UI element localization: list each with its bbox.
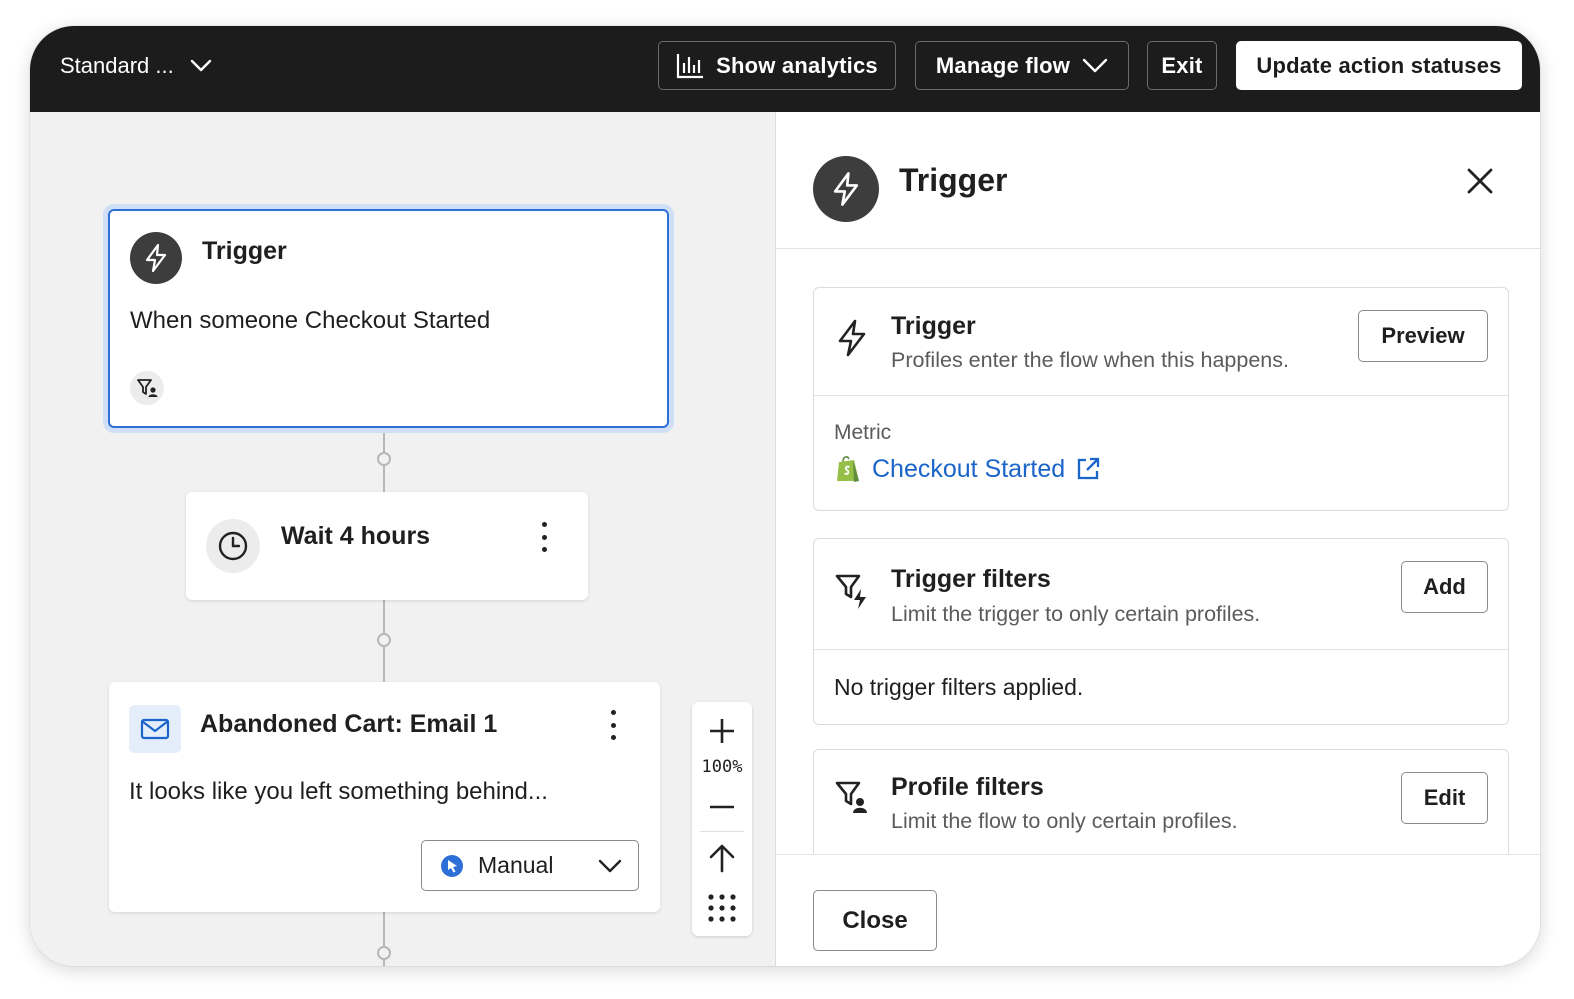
zoom-level-indicator: 100% <box>692 754 752 780</box>
wait-card[interactable]: Wait 4 hours <box>186 492 588 600</box>
close-icon[interactable] <box>1465 166 1495 196</box>
update-action-statuses-button[interactable]: Update action statuses <box>1236 41 1522 90</box>
app-window: Standard ... Show analytics Manage flow … <box>30 26 1540 966</box>
trigger-section-header: Trigger Profiles enter the flow when thi… <box>814 288 1508 396</box>
no-trigger-filters-text: No trigger filters applied. <box>834 674 1084 700</box>
zoom-controls: 100% <box>692 702 752 936</box>
filter-lightning-icon <box>835 574 866 609</box>
add-trigger-filter-button[interactable]: Add <box>1401 561 1488 613</box>
trigger-card[interactable]: Trigger When someone Checkout Started <box>108 209 669 428</box>
lightning-icon <box>130 232 182 284</box>
flow-canvas[interactable]: Trigger When someone Checkout Started Wa… <box>30 112 775 966</box>
clock-icon <box>206 519 260 573</box>
more-options-icon[interactable] <box>608 710 618 740</box>
profile-filters-header: Profile filters Limit the flow to only c… <box>814 750 1508 858</box>
flow-name-dropdown[interactable]: Standard ... <box>60 48 212 84</box>
show-analytics-button[interactable]: Show analytics <box>658 41 896 90</box>
top-bar: Standard ... Show analytics Manage flow … <box>30 26 1540 112</box>
exit-button[interactable]: Exit <box>1147 41 1217 90</box>
lightning-icon <box>838 319 866 357</box>
trigger-card-title: Trigger <box>202 237 287 265</box>
panel-header: Trigger <box>776 112 1540 249</box>
chevron-down-icon <box>598 859 622 872</box>
more-options-icon[interactable] <box>539 522 549 552</box>
profile-filters-subtitle: Limit the flow to only certain profiles. <box>891 809 1238 833</box>
connector-dot[interactable] <box>377 452 391 466</box>
close-button[interactable]: Close <box>813 890 937 951</box>
trigger-filters-section: Trigger filters Limit the trigger to onl… <box>813 538 1509 725</box>
wait-card-title: Wait 4 hours <box>281 522 431 550</box>
lightning-icon <box>813 156 879 222</box>
external-link-icon <box>1078 457 1100 480</box>
trigger-section-subtitle: Profiles enter the flow when this happen… <box>891 348 1289 372</box>
zoom-level-label: 100% <box>701 757 743 777</box>
preview-button[interactable]: Preview <box>1358 310 1488 362</box>
metric-value: Checkout Started <box>872 454 1066 483</box>
chevron-down-icon <box>1082 58 1108 72</box>
trigger-filters-header: Trigger filters Limit the trigger to onl… <box>814 539 1508 650</box>
email-card[interactable]: Abandoned Cart: Email 1 It looks like yo… <box>109 682 660 912</box>
chevron-down-icon <box>190 59 211 72</box>
email-card-title: Abandoned Cart: Email 1 <box>200 710 498 738</box>
trigger-card-description: When someone Checkout Started <box>130 307 491 334</box>
trigger-section-title: Trigger <box>891 312 976 340</box>
trigger-filters-title: Trigger filters <box>891 565 1051 593</box>
filter-user-icon <box>835 781 867 813</box>
cursor-badge-icon <box>441 854 463 877</box>
action-status-select[interactable]: Manual <box>421 840 639 891</box>
grid-dots-icon[interactable] <box>692 888 752 928</box>
manage-flow-button[interactable]: Manage flow <box>915 41 1129 90</box>
zoom-out-icon[interactable] <box>692 788 752 826</box>
action-status-value: Manual <box>478 852 554 878</box>
show-analytics-label: Show analytics <box>716 52 878 78</box>
flow-name-label: Standard ... <box>60 53 174 78</box>
filter-user-icon <box>130 371 164 405</box>
metric-label: Metric <box>834 421 892 444</box>
email-card-preview: It looks like you left something behind.… <box>129 778 548 805</box>
trigger-detail-panel: Trigger Trigger Profiles enter the flow … <box>775 112 1540 966</box>
trigger-section: Trigger Profiles enter the flow when thi… <box>813 287 1509 511</box>
zoom-divider <box>700 831 744 832</box>
manage-flow-label: Manage flow <box>935 52 1071 78</box>
metric-link[interactable]: Checkout Started <box>834 454 1101 484</box>
shopify-bag-icon <box>837 456 859 482</box>
panel-title: Trigger <box>899 162 1008 198</box>
update-action-statuses-label: Update action statuses <box>1256 52 1502 78</box>
bar-chart-icon <box>677 53 704 78</box>
panel-footer: Close <box>776 854 1540 966</box>
trigger-filters-subtitle: Limit the trigger to only certain profil… <box>891 602 1261 626</box>
exit-label: Exit <box>1161 52 1203 78</box>
envelope-icon <box>129 705 181 753</box>
edit-profile-filter-button[interactable]: Edit <box>1401 772 1488 824</box>
zoom-in-icon[interactable] <box>692 712 752 750</box>
arrow-up-icon[interactable] <box>692 838 752 878</box>
connector-dot[interactable] <box>377 946 391 960</box>
connector-dot[interactable] <box>377 633 391 647</box>
profile-filters-title: Profile filters <box>891 773 1044 801</box>
